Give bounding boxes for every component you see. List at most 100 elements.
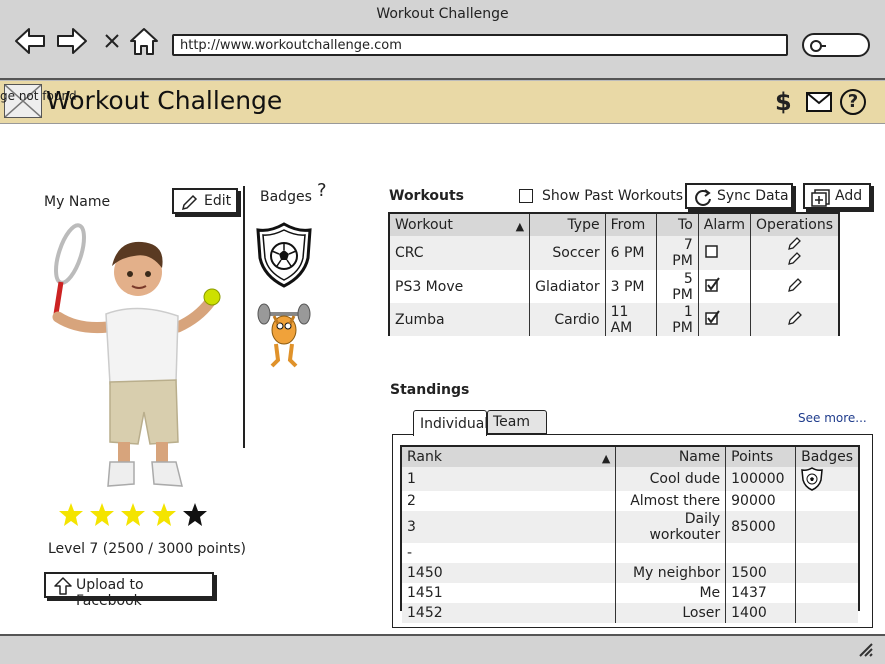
badges-label: Badges <box>260 189 312 205</box>
workouts-heading: Workouts <box>389 188 465 204</box>
name-cell: Cool dude <box>615 467 727 491</box>
workout-from: 11 AM <box>605 303 657 336</box>
table-row[interactable]: 1452 Loser 1400 <box>402 603 858 623</box>
standings-table: Rank ▲ Name Points Badges 1 Cool dude 10… <box>400 445 860 623</box>
sync-icon <box>695 189 711 206</box>
dollar-icon[interactable]: $ <box>775 88 792 116</box>
table-row[interactable]: 1 Cool dude 100000 <box>402 467 858 491</box>
rank-cell: 3 <box>402 511 617 543</box>
star-icon-filled <box>121 503 145 526</box>
points-cell <box>725 543 797 563</box>
alarm-checkbox-checked[interactable] <box>704 309 722 327</box>
alarm-checkbox-checked[interactable] <box>704 276 722 294</box>
home-icon[interactable] <box>128 26 160 56</box>
see-more-link[interactable]: See more... <box>798 411 867 425</box>
soccer-badge-icon <box>801 467 823 491</box>
rank-cell: 1450 <box>402 563 617 583</box>
rank-cell: 2 <box>402 491 617 511</box>
level-progress-text: Level 7 (2500 / 3000 points) <box>48 541 247 557</box>
alarm-checkbox[interactable] <box>704 243 720 259</box>
upload-arrow-icon <box>54 577 72 595</box>
standings-heading: Standings <box>390 382 470 398</box>
table-row[interactable]: 1450 My neighbor 1500 <box>402 563 858 583</box>
badges-help-icon[interactable]: ? <box>317 180 327 201</box>
sort-ascending-icon: ▲ <box>601 452 611 465</box>
mail-icon[interactable] <box>806 92 832 116</box>
operations-cell <box>750 236 838 270</box>
name-cell: My neighbor <box>615 563 727 583</box>
name-cell: Daily workouter <box>615 511 727 543</box>
column-header-alarm[interactable]: Alarm <box>698 214 752 236</box>
address-bar[interactable]: http://www.workoutchallenge.com <box>172 34 788 56</box>
star-icon-filled <box>59 503 83 526</box>
star-icon-filled <box>152 503 176 526</box>
table-row[interactable]: - <box>402 543 858 563</box>
column-header-workout[interactable]: Workout ▲ <box>390 214 531 236</box>
column-header-from[interactable]: From <box>605 214 657 236</box>
operations-cell <box>750 303 838 336</box>
alarm-cell <box>698 270 752 303</box>
points-cell: 1400 <box>725 603 797 623</box>
tab-individual[interactable]: Individual <box>413 410 488 436</box>
workout-type: Cardio <box>529 303 606 336</box>
table-row[interactable]: 1451 Me 1437 <box>402 583 858 603</box>
search-icon <box>810 40 826 52</box>
column-header-to[interactable]: To <box>656 214 699 236</box>
column-header-name[interactable]: Name <box>615 447 727 467</box>
column-header-points[interactable]: Points <box>725 447 797 467</box>
edit-pencil-icon[interactable] <box>786 309 804 327</box>
name-cell <box>615 543 727 563</box>
resize-grip-icon[interactable] <box>856 640 874 662</box>
upload-to-facebook-button[interactable]: Upload to Facebook <box>44 572 214 609</box>
points-cell: 1500 <box>725 563 797 583</box>
upload-label: Upload to Facebook <box>76 577 144 609</box>
avatar <box>38 222 228 492</box>
edit-pencil-icon[interactable] <box>787 237 801 250</box>
workout-from: 3 PM <box>605 270 657 303</box>
profile-name: My Name <box>44 194 111 210</box>
workout-name: Zumba <box>390 303 531 336</box>
column-header-badges[interactable]: Badges <box>795 447 858 467</box>
column-label: Workout <box>395 217 453 233</box>
badges-cell <box>796 583 858 603</box>
forward-arrow-icon[interactable] <box>56 26 88 56</box>
show-past-workouts-checkbox[interactable] <box>519 189 533 203</box>
table-row[interactable]: CRC Soccer 6 PM 7 PM <box>390 236 838 270</box>
weightlifter-badge-icon[interactable] <box>256 302 312 376</box>
edit-profile-button[interactable]: Edit <box>172 188 238 214</box>
soccer-badge-icon[interactable] <box>256 222 312 292</box>
column-header-rank[interactable]: Rank ▲ <box>402 447 617 467</box>
column-header-operations[interactable]: Operations <box>750 214 838 236</box>
app-title: Workout Challenge <box>46 86 283 115</box>
pencil-icon <box>181 194 198 211</box>
window-title: Workout Challenge <box>376 6 509 22</box>
workout-type: Gladiator <box>529 270 606 303</box>
add-icon <box>811 189 830 207</box>
edit-pencil-icon[interactable] <box>786 276 804 294</box>
tab-team[interactable]: Team <box>487 410 547 434</box>
table-row[interactable]: PS3 Move Gladiator 3 PM 5 PM <box>390 270 838 303</box>
sync-data-button[interactable]: Sync Data <box>685 183 793 209</box>
star-icon-filled <box>90 503 114 526</box>
table-row[interactable]: Zumba Cardio 11 AM 1 PM <box>390 303 838 336</box>
workout-type: Soccer <box>529 236 606 270</box>
table-row[interactable]: 3 Daily workouter 85000 <box>402 511 858 543</box>
workout-to: 7 PM <box>656 236 699 270</box>
badges-cell <box>796 491 858 511</box>
status-bar <box>0 634 885 664</box>
star-icon-empty <box>183 503 207 526</box>
workout-name: PS3 Move <box>390 270 531 303</box>
rating-stars <box>58 502 214 532</box>
workouts-table: Workout ▲ Type From To Alarm Operations … <box>388 212 840 336</box>
edit-pencil-icon[interactable] <box>787 252 801 265</box>
vertical-divider <box>243 186 245 448</box>
name-cell: Me <box>615 583 727 603</box>
browser-search-field[interactable] <box>802 33 870 57</box>
column-header-type[interactable]: Type <box>529 214 606 236</box>
table-row[interactable]: 2 Almost there 90000 <box>402 491 858 511</box>
add-label: Add <box>835 188 863 204</box>
rank-cell: - <box>402 543 617 563</box>
add-workout-button[interactable]: Add <box>803 183 871 209</box>
back-arrow-icon[interactable] <box>14 26 46 56</box>
help-icon[interactable]: ? <box>840 89 866 115</box>
